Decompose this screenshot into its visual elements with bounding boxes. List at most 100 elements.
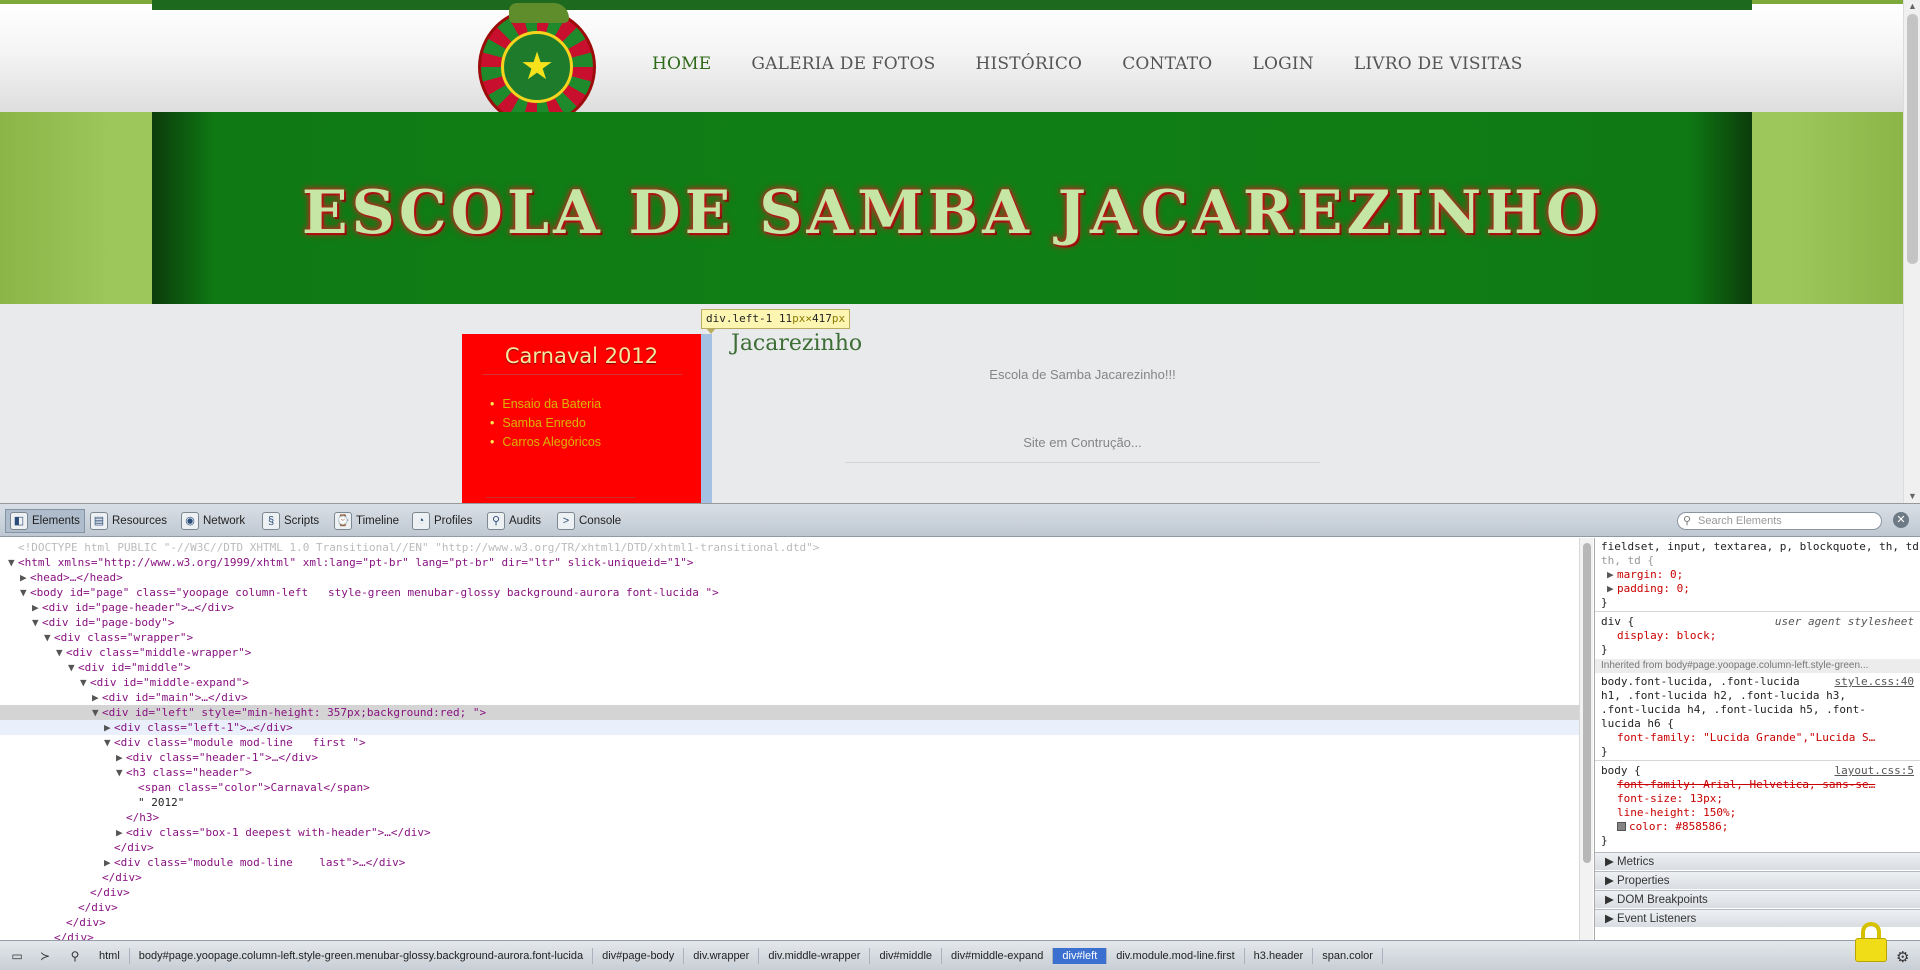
- dom-line-box-1[interactable]: ▶ <div class="box-1 deepest with-header">…: [0, 825, 1579, 840]
- dom-line-close[interactable]: </div>: [0, 885, 1579, 900]
- expanded-triangle-icon[interactable]: ▼: [32, 615, 42, 630]
- dom-tree[interactable]: <!DOCTYPE html PUBLIC "-//W3C//DTD XHTML…: [0, 538, 1579, 940]
- dom-line-middle[interactable]: ▼ <div id="middle">: [0, 660, 1579, 675]
- inspect-search-icon[interactable]: ⚲: [66, 949, 84, 963]
- crumb-page-body[interactable]: div#page-body: [593, 948, 685, 964]
- crumb-body[interactable]: body#page.yoopage.column-left.style-gree…: [130, 948, 594, 964]
- style-prop[interactable]: font-size: 13px;: [1617, 792, 1723, 806]
- lock-icon[interactable]: [1853, 922, 1889, 962]
- style-prop[interactable]: ▶ margin: 0;: [1607, 568, 1683, 582]
- crumb-wrapper[interactable]: div.wrapper: [684, 948, 760, 964]
- gear-icon[interactable]: ⚙: [1896, 950, 1912, 966]
- dom-scrollbar[interactable]: [1579, 538, 1593, 940]
- expanded-triangle-icon[interactable]: ▼: [44, 630, 54, 645]
- tab-console[interactable]: > Console: [557, 510, 621, 532]
- crumb-middle[interactable]: div#middle: [870, 948, 943, 964]
- scrollbar-thumb[interactable]: [1907, 14, 1918, 264]
- collapsed-triangle-icon[interactable]: ▶: [104, 720, 114, 735]
- dom-line-close[interactable]: </div>: [0, 915, 1579, 930]
- dom-line-h3-close[interactable]: </h3>: [0, 810, 1579, 825]
- sidebar-item-ensaio[interactable]: Ensaio da Bateria: [502, 395, 601, 414]
- style-prop[interactable]: ▶ padding: 0;: [1607, 582, 1690, 596]
- style-prop[interactable]: font-family: "Lucida Grande","Lucida S…: [1617, 731, 1875, 745]
- section-dom-breakpoints[interactable]: ▶ DOM Breakpoints: [1595, 890, 1920, 908]
- sidebar-item-carros[interactable]: Carros Alegóricos: [502, 433, 601, 452]
- crumb-module[interactable]: div.module.mod-line.first: [1107, 948, 1245, 964]
- style-source-link[interactable]: layout.css:5: [1835, 764, 1914, 778]
- expanded-triangle-icon[interactable]: ▼: [116, 765, 126, 780]
- dom-line-module-close[interactable]: </div>: [0, 840, 1579, 855]
- dom-line-h3[interactable]: ▼ <h3 class="header">: [0, 765, 1579, 780]
- dom-line-body[interactable]: ▼ <body id="page" class="yoopage column-l…: [0, 585, 1579, 600]
- dom-line-page-header[interactable]: ▶ <div id="page-header">…</div>: [0, 600, 1579, 615]
- style-prop[interactable]: display: block;: [1617, 629, 1716, 643]
- nav-login[interactable]: LOGIN: [1252, 54, 1313, 74]
- crumb-middle-wrapper[interactable]: div.middle-wrapper: [759, 948, 871, 964]
- collapsed-triangle-icon[interactable]: ▶: [116, 825, 126, 840]
- crumb-span[interactable]: span.color: [1313, 948, 1383, 964]
- collapsed-triangle-icon[interactable]: ▶: [20, 570, 30, 585]
- school-logo[interactable]: ★: [478, 3, 596, 126]
- dom-line-left-selected[interactable]: ▼ <div id="left" style="min-height: 357px…: [0, 705, 1579, 720]
- tab-network[interactable]: ◉ Network: [181, 510, 245, 532]
- crumb-h3[interactable]: h3.header: [1245, 948, 1314, 964]
- dom-line-middle-expand[interactable]: ▼ <div id="middle-expand">: [0, 675, 1579, 690]
- tab-elements[interactable]: ◧ Elements: [5, 509, 85, 533]
- section-properties[interactable]: ▶ Properties: [1595, 871, 1920, 889]
- close-icon[interactable]: ✕: [1893, 512, 1909, 528]
- dom-line-header-1[interactable]: ▶ <div class="header-1">…</div>: [0, 750, 1579, 765]
- collapsed-triangle-icon[interactable]: ▶: [32, 600, 42, 615]
- dom-line-module-first[interactable]: ▼ <div class="module mod-line first ">: [0, 735, 1579, 750]
- dom-line-close[interactable]: </div>: [0, 900, 1579, 915]
- dom-line-page-body[interactable]: ▼ <div id="page-body">: [0, 615, 1579, 630]
- tab-resources[interactable]: ▤ Resources: [90, 510, 167, 532]
- expanded-triangle-icon[interactable]: ▼: [68, 660, 78, 675]
- crumb-left-active[interactable]: div#left: [1053, 948, 1108, 964]
- expanded-triangle-icon[interactable]: ▼: [104, 735, 114, 750]
- nav-home[interactable]: HOME: [652, 54, 711, 74]
- sidebar-item-samba-enredo[interactable]: Samba Enredo: [502, 414, 601, 433]
- nav-galeria[interactable]: GALERIA DE FOTOS: [751, 54, 935, 74]
- expanded-triangle-icon[interactable]: ▼: [8, 555, 18, 570]
- expanded-triangle-icon[interactable]: ▼: [56, 645, 66, 660]
- dom-line-head[interactable]: ▶ <head>…</head>: [0, 570, 1579, 585]
- dom-line-main[interactable]: ▶ <div id="main">…</div>: [0, 690, 1579, 705]
- style-prop-overridden[interactable]: font-family: Arial, Helvetica, sans-se…: [1617, 778, 1875, 792]
- dom-line-left-1[interactable]: ▶ <div class="left-1">…</div>: [0, 720, 1579, 735]
- scroll-down-icon[interactable]: ▼: [1904, 490, 1920, 503]
- dom-line-close[interactable]: </div>: [0, 930, 1579, 940]
- dom-line-middle-wrapper[interactable]: ▼ <div class="middle-wrapper">: [0, 645, 1579, 660]
- color-swatch-icon[interactable]: [1617, 822, 1626, 831]
- style-prop[interactable]: line-height: 150%;: [1617, 806, 1736, 820]
- dock-icon[interactable]: ▭: [8, 949, 26, 963]
- nav-contato[interactable]: CONTATO: [1122, 54, 1212, 74]
- expanded-triangle-icon[interactable]: ▼: [92, 705, 102, 720]
- page-scrollbar[interactable]: ▲ ▼: [1903, 0, 1920, 503]
- dom-line-span-color[interactable]: <span class="color">Carnaval</span>: [0, 780, 1579, 795]
- scrollbar-thumb[interactable]: [1583, 543, 1591, 863]
- section-metrics[interactable]: ▶ Metrics: [1595, 852, 1920, 870]
- nav-livro-de-visitas[interactable]: LIVRO DE VISITAS: [1354, 54, 1523, 74]
- style-source-link[interactable]: style.css:40: [1835, 675, 1914, 689]
- tab-scripts[interactable]: § Scripts: [262, 510, 319, 532]
- dom-line-doctype[interactable]: <!DOCTYPE html PUBLIC "-//W3C//DTD XHTML…: [0, 540, 1579, 555]
- expanded-triangle-icon[interactable]: ▼: [20, 585, 30, 600]
- tab-profiles[interactable]: ◔ Profiles: [412, 510, 472, 532]
- crumb-middle-expand[interactable]: div#middle-expand: [942, 948, 1054, 964]
- collapsed-triangle-icon[interactable]: ▶: [116, 750, 126, 765]
- dom-line-module-last[interactable]: ▶ <div class="module mod-line last">…</di…: [0, 855, 1579, 870]
- tab-audits[interactable]: ⚲ Audits: [487, 510, 541, 532]
- tab-timeline[interactable]: ⌚ Timeline: [334, 510, 399, 532]
- dom-line-html[interactable]: ▼ <html xmlns="http://www.w3.org/1999/xht…: [0, 555, 1579, 570]
- console-toggle-icon[interactable]: ≻: [36, 949, 54, 963]
- dom-line-text-node[interactable]: " 2012": [0, 795, 1579, 810]
- scroll-up-icon[interactable]: ▲: [1904, 0, 1920, 13]
- search-elements-input[interactable]: ⚲ Search Elements: [1677, 512, 1882, 530]
- dom-line-close[interactable]: </div>: [0, 870, 1579, 885]
- crumb-html[interactable]: html: [90, 948, 130, 964]
- expanded-triangle-icon[interactable]: ▼: [80, 675, 90, 690]
- nav-historico[interactable]: HISTÓRICO: [975, 54, 1082, 74]
- collapsed-triangle-icon[interactable]: ▶: [104, 855, 114, 870]
- dom-line-wrapper[interactable]: ▼ <div class="wrapper">: [0, 630, 1579, 645]
- style-prop[interactable]: color: #858586;: [1617, 820, 1728, 834]
